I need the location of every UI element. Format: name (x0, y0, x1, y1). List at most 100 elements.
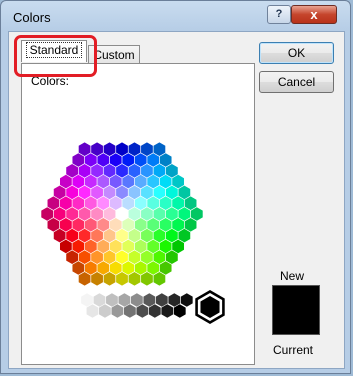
color-cell[interactable] (78, 164, 91, 178)
color-cell[interactable] (78, 228, 91, 243)
color-cell[interactable] (41, 207, 54, 221)
color-cell[interactable] (72, 239, 85, 254)
color-cell[interactable] (165, 228, 178, 243)
help-button[interactable]: ? (267, 5, 291, 24)
color-cell[interactable] (66, 164, 79, 178)
color-cell[interactable] (47, 218, 60, 232)
color-cell[interactable] (103, 250, 116, 264)
color-cell[interactable] (109, 261, 122, 275)
color-cell[interactable] (128, 272, 141, 286)
color-cell[interactable] (103, 228, 116, 243)
color-cell[interactable] (165, 250, 178, 264)
color-cell[interactable] (84, 218, 97, 232)
color-cell[interactable] (128, 250, 141, 264)
color-cell[interactable] (97, 196, 110, 210)
color-cell[interactable] (78, 207, 91, 221)
color-cell[interactable] (141, 272, 153, 286)
color-cell[interactable] (78, 250, 91, 264)
color-cell[interactable] (72, 196, 85, 210)
color-cell[interactable] (147, 239, 160, 254)
color-cell[interactable] (159, 239, 172, 254)
color-cell[interactable] (159, 174, 172, 189)
gray-cell[interactable] (180, 293, 193, 307)
color-cell[interactable] (91, 250, 103, 264)
color-cell[interactable] (97, 218, 110, 232)
color-cell[interactable] (134, 218, 147, 232)
color-cell[interactable] (190, 207, 203, 221)
close-button[interactable]: x (291, 5, 337, 24)
color-cell[interactable] (116, 207, 128, 221)
color-cell[interactable] (91, 272, 103, 286)
ok-button[interactable]: OK (259, 42, 334, 64)
gray-cell[interactable] (74, 304, 86, 318)
color-cell[interactable] (72, 261, 85, 275)
color-cell[interactable] (66, 228, 79, 243)
color-cell[interactable] (178, 228, 191, 243)
color-cell[interactable] (128, 228, 141, 243)
color-cell[interactable] (84, 239, 97, 254)
color-cell[interactable] (122, 196, 135, 210)
color-cell[interactable] (91, 142, 103, 156)
gray-cell[interactable] (148, 304, 161, 318)
color-cell[interactable] (159, 261, 172, 275)
color-cell[interactable] (97, 261, 110, 275)
gray-cell[interactable] (143, 293, 156, 307)
color-cell[interactable] (147, 218, 160, 232)
color-cell[interactable] (159, 218, 172, 232)
color-cell[interactable] (153, 164, 166, 178)
gray-cell[interactable] (111, 304, 124, 318)
color-cell[interactable] (72, 153, 85, 167)
color-cell[interactable] (172, 239, 185, 254)
color-cell[interactable] (66, 207, 79, 221)
color-cell[interactable] (91, 164, 103, 178)
color-cell[interactable] (184, 196, 197, 210)
color-cell[interactable] (109, 196, 122, 210)
color-cell[interactable] (72, 218, 85, 232)
gray-cell[interactable] (155, 293, 168, 307)
color-cell[interactable] (147, 174, 160, 189)
color-cell[interactable] (97, 153, 110, 167)
color-cell[interactable] (66, 250, 79, 264)
color-cell[interactable] (122, 239, 135, 254)
color-cell[interactable] (153, 250, 166, 264)
color-cell[interactable] (59, 196, 72, 210)
color-cell[interactable] (109, 239, 122, 254)
color-cell[interactable] (153, 272, 166, 286)
color-cell[interactable] (116, 250, 128, 264)
color-cell[interactable] (172, 196, 185, 210)
color-cell[interactable] (153, 228, 166, 243)
gray-cell[interactable] (130, 293, 143, 307)
color-cell[interactable] (141, 185, 153, 200)
color-cell[interactable] (159, 196, 172, 210)
color-cell[interactable] (97, 174, 110, 189)
gray-cell[interactable] (161, 304, 174, 318)
color-cell[interactable] (165, 185, 178, 200)
color-cell[interactable] (84, 153, 97, 167)
color-cell[interactable] (128, 164, 141, 178)
gray-cell[interactable] (173, 304, 186, 318)
gray-cell[interactable] (99, 304, 111, 318)
color-cell[interactable] (141, 250, 153, 264)
color-cell[interactable] (147, 196, 160, 210)
color-cell[interactable] (134, 239, 147, 254)
color-cell[interactable] (178, 185, 191, 200)
color-cell[interactable] (59, 218, 72, 232)
color-cell[interactable] (91, 228, 103, 243)
color-cell[interactable] (122, 153, 135, 167)
color-cell[interactable] (66, 185, 79, 200)
color-cell[interactable] (134, 261, 147, 275)
color-cell[interactable] (91, 207, 103, 221)
color-cell[interactable] (53, 207, 66, 221)
color-cell[interactable] (84, 261, 97, 275)
color-cell[interactable] (47, 196, 60, 210)
color-cell[interactable] (103, 272, 116, 286)
color-cell[interactable] (53, 185, 66, 200)
color-cell[interactable] (172, 174, 185, 189)
color-cell[interactable] (103, 185, 116, 200)
color-cell[interactable] (122, 174, 135, 189)
color-cell[interactable] (78, 272, 91, 286)
color-cell[interactable] (116, 142, 128, 156)
gray-cell[interactable] (136, 304, 149, 318)
gray-cell[interactable] (86, 304, 99, 318)
color-cell[interactable] (116, 228, 128, 243)
